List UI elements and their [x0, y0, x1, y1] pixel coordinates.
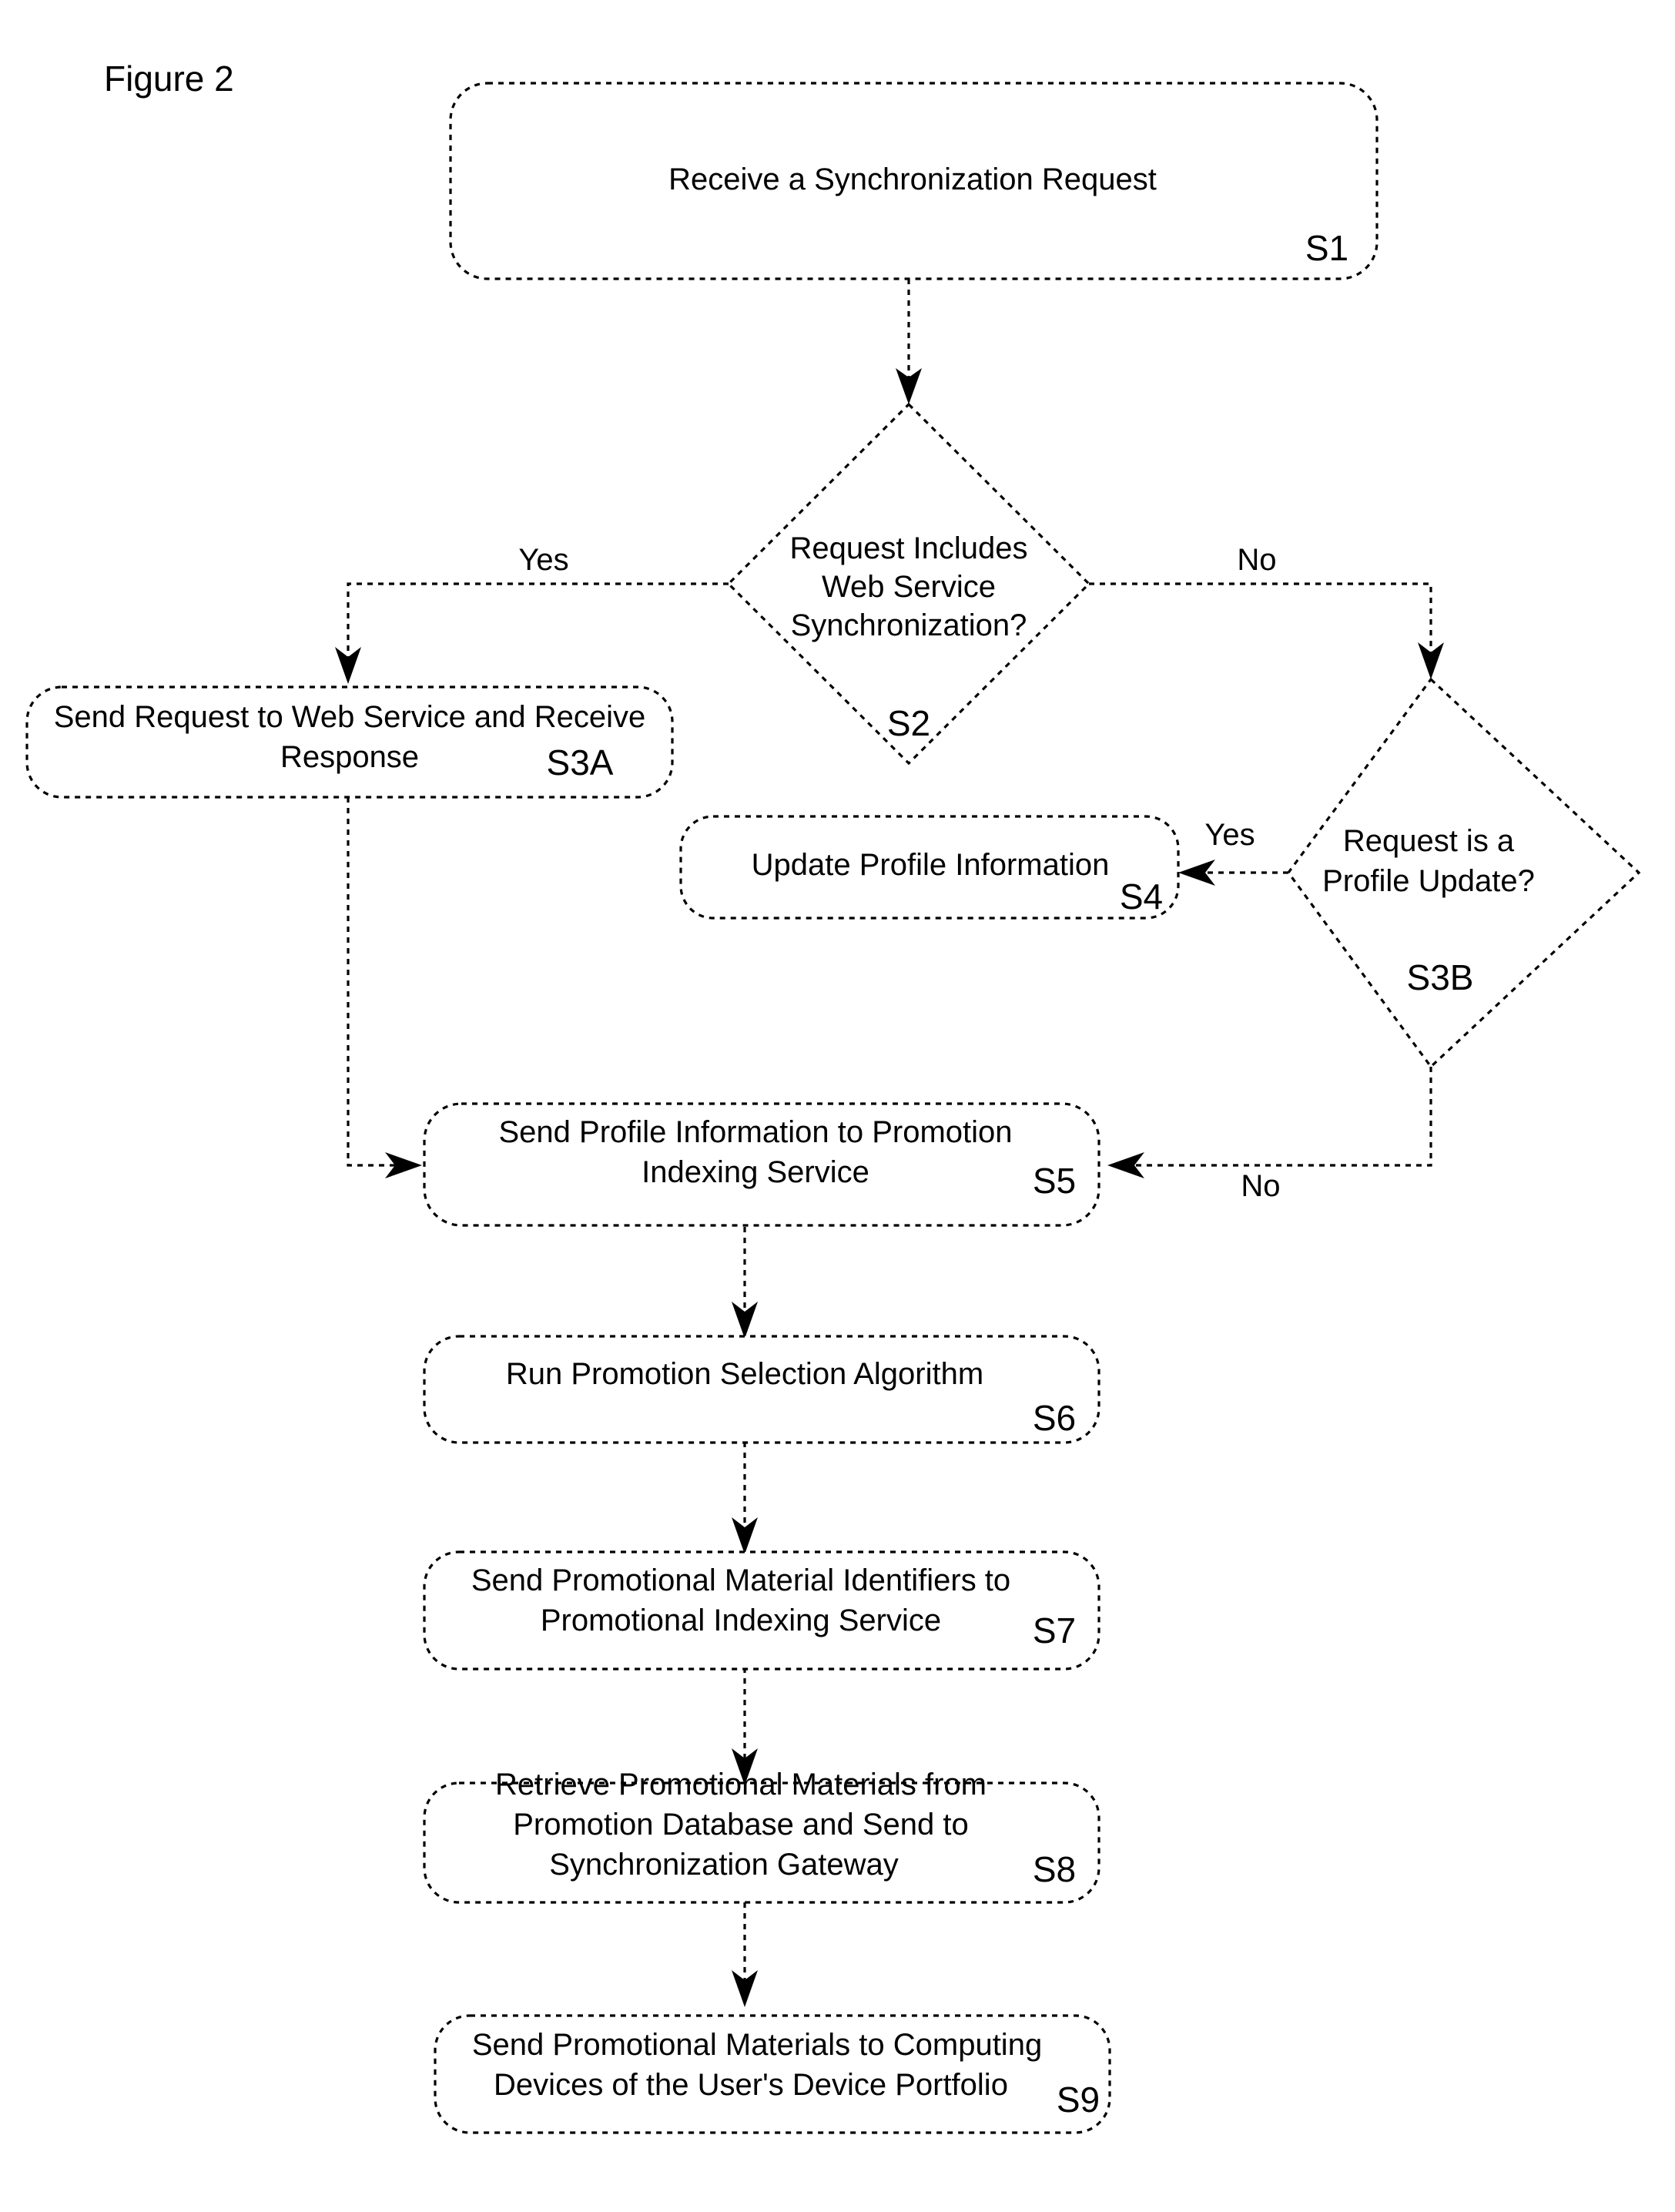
node-s1-line-0: Receive a Synchronization Request: [668, 163, 1157, 196]
edge-s6-to-s7: [732, 1442, 758, 1554]
node-s4[interactable]: Update Profile Information S4: [679, 815, 1180, 920]
figure-canvas: Receive a Synchronization Request S1 Req…: [0, 0, 1675, 2212]
edge-s3b-yes-to-s4: [1178, 860, 1288, 886]
node-s8-line-0: Retrieve Promotional Materials from: [495, 1768, 987, 1801]
node-s2-line-2: Synchronization?: [791, 608, 1027, 642]
node-s9-line-1: Devices of the User's Device Portfolio: [494, 2068, 1008, 2102]
node-s3b-step-id: S3B: [1407, 957, 1474, 997]
node-s8-line-2: Synchronization Gateway: [549, 1848, 899, 1882]
node-s9-line-0: Send Promotional Materials to Computing: [472, 2028, 1042, 2062]
node-s8-step-id: S8: [1033, 1849, 1076, 1889]
edge-s2-no-to-s3b: [1089, 582, 1444, 679]
flowchart-svg: Receive a Synchronization Request S1 Req…: [25, 59, 1641, 2134]
edge-label-s3b-yes: Yes: [1204, 818, 1255, 852]
node-s1[interactable]: Receive a Synchronization Request S1: [449, 82, 1379, 280]
node-s7-line-0: Send Promotional Material Identifiers to: [471, 1563, 1010, 1597]
node-s7-line-1: Promotional Indexing Service: [541, 1604, 941, 1637]
edge-s5-to-s6: [732, 1227, 758, 1339]
edge-label-s3b-no: No: [1241, 1169, 1280, 1203]
node-s5-line-0: Send Profile Information to Promotion: [498, 1115, 1012, 1149]
node-s7-step-id: S7: [1033, 1610, 1076, 1651]
edge-s1-to-s2: [896, 279, 922, 404]
figure-title: Figure 2: [104, 59, 234, 99]
edge-label-s2-yes: Yes: [518, 543, 568, 577]
node-s2-line-1: Web Service: [822, 570, 996, 604]
node-s8-line-1: Promotion Database and Send to: [513, 1808, 969, 1842]
node-s4-step-id: S4: [1120, 876, 1163, 917]
node-s6[interactable]: Run Promotion Selection Algorithm S6: [423, 1335, 1100, 1444]
node-s3b[interactable]: Request is a Profile Update? S3B: [1287, 677, 1641, 1069]
node-s2-step-id: S2: [887, 703, 930, 743]
node-s3b-line-1: Profile Update?: [1322, 864, 1535, 898]
edge-s2-yes-to-s3a: [335, 582, 729, 684]
node-s5[interactable]: Send Profile Information to Promotion In…: [423, 1102, 1100, 1227]
node-s3a-step-id: S3A: [547, 742, 614, 783]
edge-s3b-no-to-s5: [1107, 1067, 1432, 1178]
edge-s3a-to-s5: [347, 797, 422, 1178]
node-s8[interactable]: Retrieve Promotional Materials from Prom…: [423, 1768, 1100, 1904]
node-s9-step-id: S9: [1057, 2080, 1100, 2120]
node-s9[interactable]: Send Promotional Materials to Computing …: [434, 2014, 1111, 2134]
node-s3a[interactable]: Send Request to Web Service and Receive …: [25, 685, 674, 799]
node-s4-line-0: Update Profile Information: [752, 848, 1110, 882]
edge-label-s2-no: No: [1237, 543, 1276, 577]
node-s2-line-0: Request Includes: [789, 531, 1027, 565]
node-s3b-line-0: Request is a: [1343, 824, 1515, 858]
node-s7[interactable]: Send Promotional Material Identifiers to…: [423, 1550, 1100, 1671]
node-s5-line-1: Indexing Service: [642, 1155, 869, 1189]
node-s3a-line-1: Response: [280, 740, 419, 774]
node-s6-step-id: S6: [1033, 1398, 1076, 1438]
node-s5-step-id: S5: [1033, 1161, 1076, 1201]
node-s6-line-0: Run Promotion Selection Algorithm: [506, 1357, 983, 1391]
node-s3a-line-0: Send Request to Web Service and Receive: [54, 700, 646, 734]
node-s1-step-id: S1: [1305, 228, 1348, 268]
node-s2[interactable]: Request Includes Web Service Synchroniza…: [726, 402, 1091, 766]
edge-s8-to-s9: [732, 1902, 758, 2007]
